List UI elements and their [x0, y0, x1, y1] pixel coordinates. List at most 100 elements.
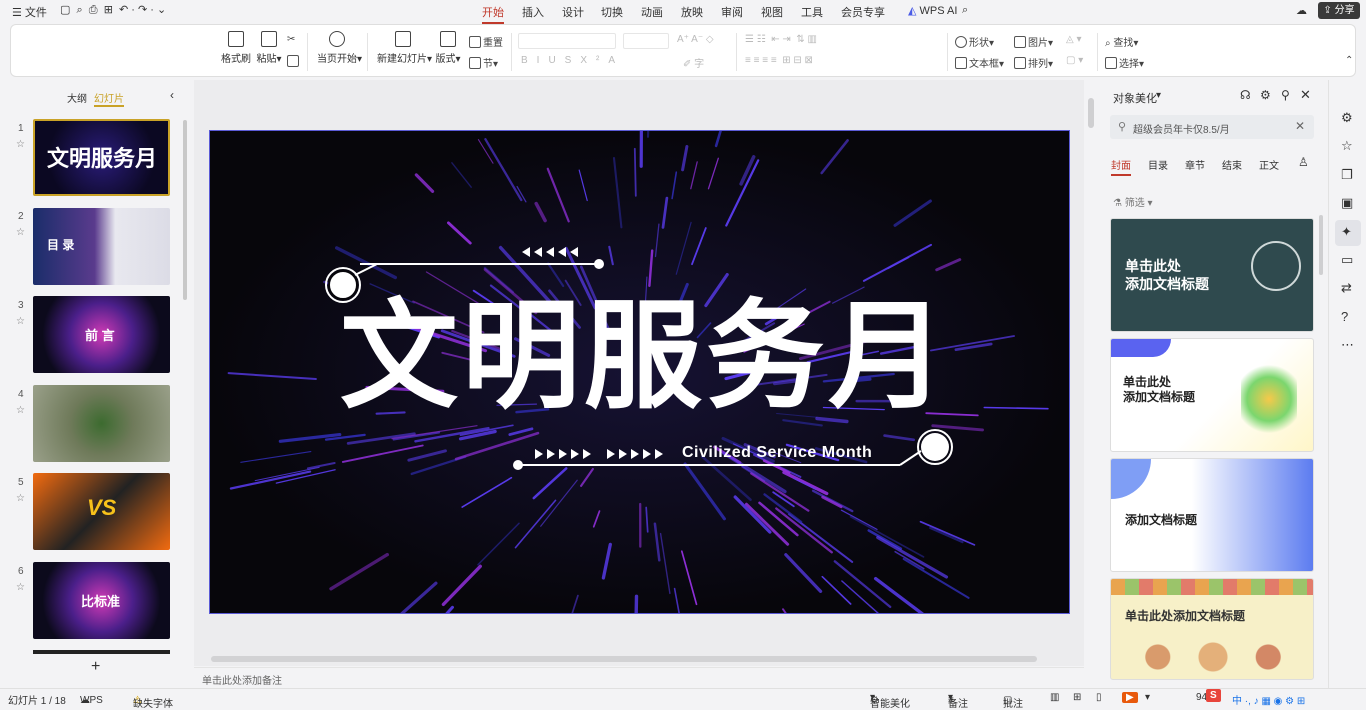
align-icons[interactable]: ≡ ≡ ≡ ≡ ⊞ ⊟ ⊠ [745, 55, 813, 66]
reset-button[interactable]: 重置 [469, 34, 503, 49]
slide-canvas[interactable]: 文明服务月 Civilized Service Month [209, 130, 1070, 614]
template-card-4[interactable]: 单击此处添加文档标题 [1110, 578, 1314, 680]
chevron-down-icon[interactable]: ▾ [1145, 692, 1150, 703]
template-card-2[interactable]: 单击此处 添加文档标题 [1110, 338, 1314, 452]
text-style-icons[interactable]: BIUSX²A [521, 55, 624, 66]
normal-view-icon[interactable]: ▥ [1050, 692, 1059, 703]
notes-button[interactable]: ≡ 备注 ▾ [948, 692, 953, 703]
tab-home[interactable]: 开始 [482, 4, 504, 24]
select-button[interactable]: 选择▾ [1105, 55, 1144, 70]
slide-thumbnail-6[interactable]: 比标准 [33, 562, 170, 639]
horizontal-scroll-thumb[interactable] [211, 656, 1037, 662]
thumbnail-scrollbar[interactable] [183, 120, 187, 300]
slide-thumbnail-1[interactable]: 文明服务月 [33, 119, 170, 196]
slide-thumbnail-2[interactable]: 目 录 [33, 208, 170, 285]
help-icon[interactable]: ? [1341, 309, 1348, 324]
shape-button[interactable]: 形状▾ [955, 34, 994, 49]
more-icon[interactable]: ⋯ [1341, 337, 1354, 353]
beautify-tool-button[interactable]: ✦ [1335, 220, 1361, 246]
template-card-3[interactable]: 添加文档标题 [1110, 458, 1314, 572]
star-icon[interactable]: ☆ [16, 582, 25, 593]
star-icon[interactable]: ☆ [16, 493, 25, 504]
pin-icon[interactable]: ⚲ [1281, 88, 1290, 102]
tab-cover[interactable]: 封面 [1111, 157, 1131, 176]
slide-subtitle[interactable]: Civilized Service Month [682, 444, 872, 462]
ime-toolbar[interactable]: 中 ·, ♪ ▦ ◉ ⚙ ⊞ [1232, 692, 1305, 707]
tab-toc[interactable]: 目录 [1148, 157, 1168, 172]
tab-end[interactable]: 结束 [1222, 157, 1242, 172]
template-card-1[interactable]: 单击此处 添加文档标题 [1110, 218, 1314, 332]
slide-title[interactable]: 文明服务月 [310, 291, 980, 421]
paste-button[interactable]: 粘贴▾ [254, 27, 284, 65]
find-button[interactable]: ⌕ 查找▾ [1105, 34, 1138, 49]
wps-ai-button[interactable]: ◭ WPS AI [908, 4, 957, 17]
copy-icon[interactable]: ❐ [1341, 167, 1353, 183]
panel-title[interactable]: 对象美化 [1113, 90, 1157, 106]
star-icon[interactable]: ☆ [1341, 138, 1353, 154]
horizontal-scrollbar[interactable] [199, 656, 1069, 662]
grid-view-icon[interactable]: ⊞ [1073, 692, 1081, 703]
fill-button[interactable]: ◬ ▾ [1066, 34, 1082, 45]
tab-animation[interactable]: 动画 [641, 4, 663, 20]
headset-icon[interactable]: ☊ [1240, 88, 1251, 102]
star-icon[interactable]: ☆ [16, 139, 25, 150]
tab-slides[interactable]: 幻灯片 [94, 90, 124, 107]
format-painter-button[interactable]: 格式刷 [221, 27, 251, 65]
share-button[interactable]: ⇪ 分享 [1318, 2, 1360, 19]
slide-thumbnail-5[interactable]: VS [33, 473, 170, 550]
textbox-button[interactable]: 文本框▾ [955, 55, 1004, 70]
picture-button[interactable]: 图片▾ [1014, 34, 1053, 49]
slide-thumbnail-7[interactable] [33, 650, 170, 654]
quick-access-icons[interactable]: ▢ ⌕ ⎙ ⊞ ↶ · ↷ · ⌄ [60, 3, 166, 17]
promo-banner[interactable]: ⚲ 超级会员年卡仅8.5/月 ✕ [1110, 115, 1314, 139]
play-from-current-button[interactable]: 当页开始▾ [317, 27, 357, 65]
slide-thumbnail-3[interactable]: 前 言 [33, 296, 170, 373]
tab-body[interactable]: 正文 [1259, 157, 1279, 172]
section-button[interactable]: 节▾ [469, 55, 498, 70]
close-icon[interactable]: ✕ [1300, 87, 1311, 103]
notes-bar[interactable]: 单击此处添加备注 [194, 667, 1084, 687]
image-icon[interactable]: ▣ [1341, 195, 1353, 211]
person-icon[interactable]: ♙ [1298, 155, 1309, 169]
search-icon[interactable]: ⌕ [962, 4, 968, 17]
list-icons[interactable]: ☰ ☷ ⇤ ⇥ ⇅ ▥ [745, 34, 817, 45]
collapse-panel-icon[interactable]: ‹ [170, 88, 174, 102]
layout-button[interactable]: 版式▾ [435, 27, 461, 65]
reading-view-icon[interactable]: ▯ [1096, 692, 1102, 703]
add-slide-button[interactable]: + [91, 658, 100, 676]
tab-chapter[interactable]: 章节 [1185, 157, 1205, 172]
slide-thumbnail-4[interactable] [33, 385, 170, 462]
star-icon[interactable]: ☆ [16, 405, 25, 416]
tab-transitions[interactable]: 切换 [601, 4, 623, 20]
share-icon[interactable]: ⇄ [1341, 280, 1352, 296]
close-icon[interactable]: ✕ [1295, 119, 1305, 133]
copy-icon[interactable] [287, 55, 301, 68]
outline-button[interactable]: ▢ ▾ [1066, 55, 1083, 66]
vertical-scroll-thumb[interactable] [1088, 98, 1094, 128]
adjust-icon[interactable]: ⚙ [1341, 110, 1353, 126]
tab-insert[interactable]: 插入 [522, 4, 544, 20]
cut-icon[interactable]: ✂ [287, 34, 295, 45]
book-icon[interactable]: ▭ [1341, 252, 1353, 268]
arrange-button[interactable]: 排列▾ [1014, 55, 1053, 70]
filter-button[interactable]: ⚗ 筛选 ▾ [1113, 194, 1153, 209]
panel-scrollbar[interactable] [1319, 215, 1323, 275]
font-grow-icons[interactable]: A⁺ A⁻ ◇ [677, 34, 714, 45]
star-icon[interactable]: ☆ [16, 316, 25, 327]
collapse-ribbon-icon[interactable]: ⌃ [1345, 55, 1353, 66]
tab-tools[interactable]: 工具 [801, 4, 823, 20]
chevron-down-icon[interactable]: ▾ [1156, 90, 1161, 101]
vertical-scrollbar[interactable] [1088, 90, 1094, 630]
gear-icon[interactable]: ⚙ [1260, 88, 1271, 102]
font-family-select[interactable] [518, 33, 616, 49]
file-menu[interactable]: ☰ 文件 [12, 4, 47, 20]
tab-outline[interactable]: 大纲 [67, 90, 87, 105]
tab-view[interactable]: 视图 [761, 4, 783, 20]
tab-member[interactable]: 会员专享 [841, 4, 885, 20]
ime-logo-icon[interactable]: S [1206, 689, 1221, 702]
play-slideshow-button[interactable]: ▶ [1122, 692, 1138, 703]
tab-design[interactable]: 设计 [562, 4, 584, 20]
tab-review[interactable]: 审阅 [721, 4, 743, 20]
tab-slideshow[interactable]: 放映 [681, 4, 703, 20]
font-size-select[interactable] [623, 33, 669, 49]
